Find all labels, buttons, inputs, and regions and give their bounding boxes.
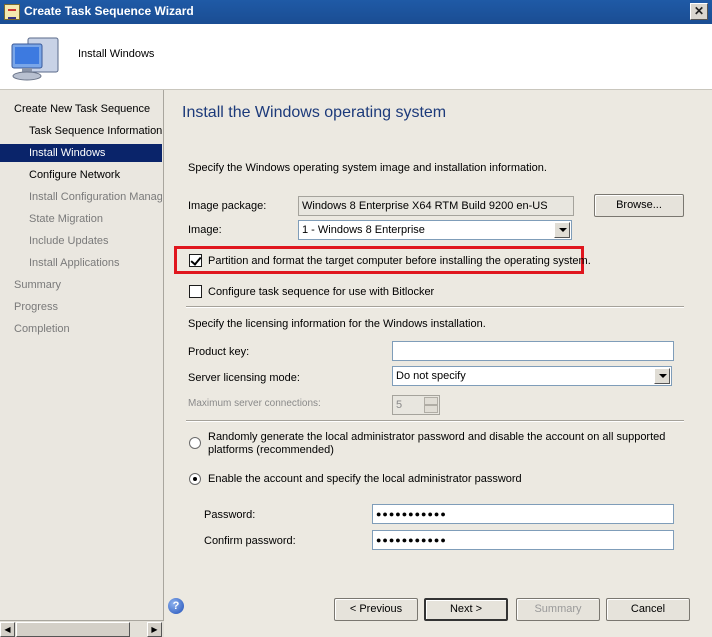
close-button[interactable]: ✕ xyxy=(690,3,708,20)
partition-checkbox[interactable] xyxy=(189,254,202,267)
wizard-app-icon xyxy=(4,4,20,20)
header-title: Install Windows xyxy=(78,48,155,60)
random-password-label-line1[interactable]: Randomly generate the local administrato… xyxy=(208,431,665,443)
image-select-value: 1 - Windows 8 Enterprise xyxy=(302,224,425,236)
scroll-right-arrow-icon[interactable]: ▶ xyxy=(147,622,162,637)
nav-item-completion: Completion xyxy=(14,323,70,335)
next-button[interactable]: Next > xyxy=(424,598,508,621)
max-connections-label: Maximum server connections: xyxy=(188,398,321,409)
nav-item-state-migration: State Migration xyxy=(29,213,103,225)
licensing-intro-text: Specify the licensing information for th… xyxy=(188,318,486,330)
random-password-radio[interactable] xyxy=(189,437,201,449)
spin-down-icon xyxy=(424,405,438,413)
chevron-down-icon[interactable] xyxy=(554,222,570,238)
help-icon[interactable]: ? xyxy=(168,598,184,614)
enable-account-label[interactable]: Enable the account and specify the local… xyxy=(208,473,522,485)
window-title: Create Task Sequence Wizard xyxy=(24,4,194,18)
title-bar: Create Task Sequence Wizard ✕ xyxy=(0,0,712,24)
nav-item-install-configuration-manager: Install Configuration Manag xyxy=(29,191,162,203)
max-connections-value: 5 xyxy=(396,399,403,411)
image-package-label: Image package: xyxy=(188,200,267,212)
image-label: Image: xyxy=(188,224,222,236)
divider xyxy=(186,306,684,308)
chevron-down-icon[interactable] xyxy=(654,368,670,384)
intro-text: Specify the Windows operating system ima… xyxy=(188,162,547,174)
nav-item-task-sequence-information: Task Sequence Information xyxy=(29,125,162,137)
wizard-nav: Create New Task Sequence Task Sequence I… xyxy=(0,90,164,637)
bitlocker-checkbox[interactable] xyxy=(189,285,202,298)
max-connections-stepper: 5 xyxy=(392,395,440,415)
server-licensing-mode-select[interactable]: Do not specify xyxy=(392,366,672,386)
server-licensing-mode-value: Do not specify xyxy=(396,370,466,382)
previous-button[interactable]: < Previous xyxy=(334,598,418,621)
password-input[interactable]: ●●●●●●●●●●● xyxy=(372,504,674,524)
product-key-input[interactable] xyxy=(392,341,674,361)
bitlocker-label[interactable]: Configure task sequence for use with Bit… xyxy=(208,286,434,298)
enable-account-radio[interactable] xyxy=(189,473,201,485)
confirm-password-input[interactable]: ●●●●●●●●●●● xyxy=(372,530,674,550)
server-licensing-mode-label: Server licensing mode: xyxy=(188,372,300,384)
password-label: Password: xyxy=(204,509,256,521)
spin-up-icon xyxy=(424,397,438,405)
wizard-header: Install Windows xyxy=(0,24,712,90)
random-password-label-line2[interactable]: platforms (recommended) xyxy=(208,444,334,456)
scroll-thumb[interactable] xyxy=(16,622,130,637)
nav-item-install-windows: Install Windows xyxy=(0,144,162,162)
nav-item-install-applications: Install Applications xyxy=(29,257,120,269)
browse-button[interactable]: Browse... xyxy=(594,194,684,217)
product-key-label: Product key: xyxy=(188,346,250,358)
nav-horizontal-scrollbar[interactable]: ◀ ▶ xyxy=(0,620,164,637)
cancel-button[interactable]: Cancel xyxy=(606,598,690,621)
confirm-password-label: Confirm password: xyxy=(204,535,296,547)
image-select[interactable]: 1 - Windows 8 Enterprise xyxy=(298,220,572,240)
computer-icon xyxy=(11,37,59,81)
nav-item-configure-network: Configure Network xyxy=(29,169,121,181)
partition-label[interactable]: Partition and format the target computer… xyxy=(208,255,591,267)
page-title: Install the Windows operating system xyxy=(182,104,447,121)
nav-item-include-updates: Include Updates xyxy=(29,235,109,247)
scroll-left-arrow-icon[interactable]: ◀ xyxy=(0,622,15,637)
summary-button: Summary xyxy=(516,598,600,621)
nav-item-create-new-task-sequence: Create New Task Sequence xyxy=(14,103,151,115)
divider xyxy=(186,420,684,422)
nav-item-progress: Progress xyxy=(14,301,59,313)
nav-item-summary: Summary xyxy=(14,279,62,291)
image-package-field: Windows 8 Enterprise X64 RTM Build 9200 … xyxy=(298,196,574,216)
